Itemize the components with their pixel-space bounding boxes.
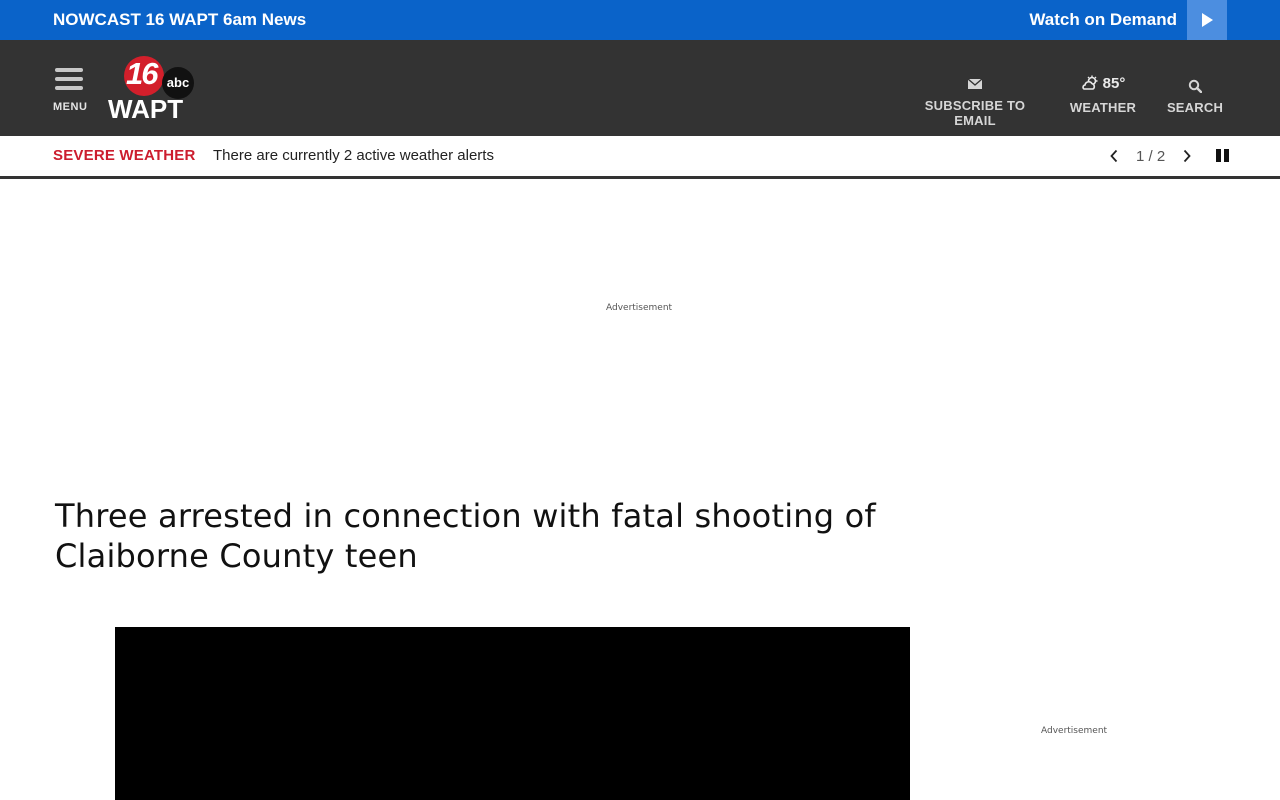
alert-pager: 1 / 2	[1106, 146, 1195, 166]
nowcast-link[interactable]: NOWCAST 16 WAPT 6am News	[53, 10, 306, 30]
alert-pause-button[interactable]	[1215, 148, 1231, 164]
weather-temperature: 85°	[1102, 74, 1126, 92]
watch-on-demand-link[interactable]: Watch on Demand	[1029, 10, 1177, 30]
logo-station: WAPT	[108, 94, 184, 124]
alert-next-button[interactable]	[1179, 146, 1195, 166]
article-headline: Three arrested in connection with fatal …	[55, 497, 876, 575]
alert-page-count: 1 / 2	[1136, 147, 1166, 165]
weather-partly-cloudy-icon	[1081, 75, 1098, 90]
top-banner: NOWCAST 16 WAPT 6am News Watch on Demand	[0, 0, 1280, 40]
station-logo[interactable]: 16 abc WAPT	[108, 54, 212, 124]
search-button[interactable]: SEARCH	[1165, 76, 1225, 115]
video-player[interactable]	[115, 627, 910, 800]
chevron-left-icon	[1110, 149, 1118, 163]
menu-label: MENU	[53, 101, 88, 113]
menu-button[interactable]: MENU	[53, 66, 87, 116]
search-label: SEARCH	[1166, 100, 1224, 115]
weather-alert-bar: SEVERE WEATHER There are currently 2 act…	[0, 136, 1280, 179]
subscribe-email-button[interactable]: SUBSCRIBE TO EMAIL	[908, 76, 1042, 128]
alert-message[interactable]: There are currently 2 active weather ale…	[213, 147, 494, 164]
play-icon	[1202, 13, 1213, 27]
logo-number: 16	[126, 56, 159, 91]
top-ad-label: Advertisement	[606, 303, 673, 313]
chevron-right-icon	[1184, 149, 1191, 163]
weather-button[interactable]: 85° WEATHER	[1068, 74, 1138, 116]
email-icon	[967, 78, 983, 89]
subscribe-email-label: SUBSCRIBE TO EMAIL	[924, 98, 1026, 128]
weather-label: WEATHER	[1069, 100, 1137, 115]
search-icon	[1188, 79, 1202, 93]
watch-on-demand-play-button[interactable]	[1187, 0, 1227, 40]
side-ad-label: Advertisement	[1041, 726, 1108, 736]
site-header: MENU 16 abc WAPT SUBSCRIBE TO EMAIL 85° …	[0, 40, 1280, 136]
alert-category[interactable]: SEVERE WEATHER	[53, 147, 196, 164]
alert-prev-button[interactable]	[1106, 146, 1122, 166]
